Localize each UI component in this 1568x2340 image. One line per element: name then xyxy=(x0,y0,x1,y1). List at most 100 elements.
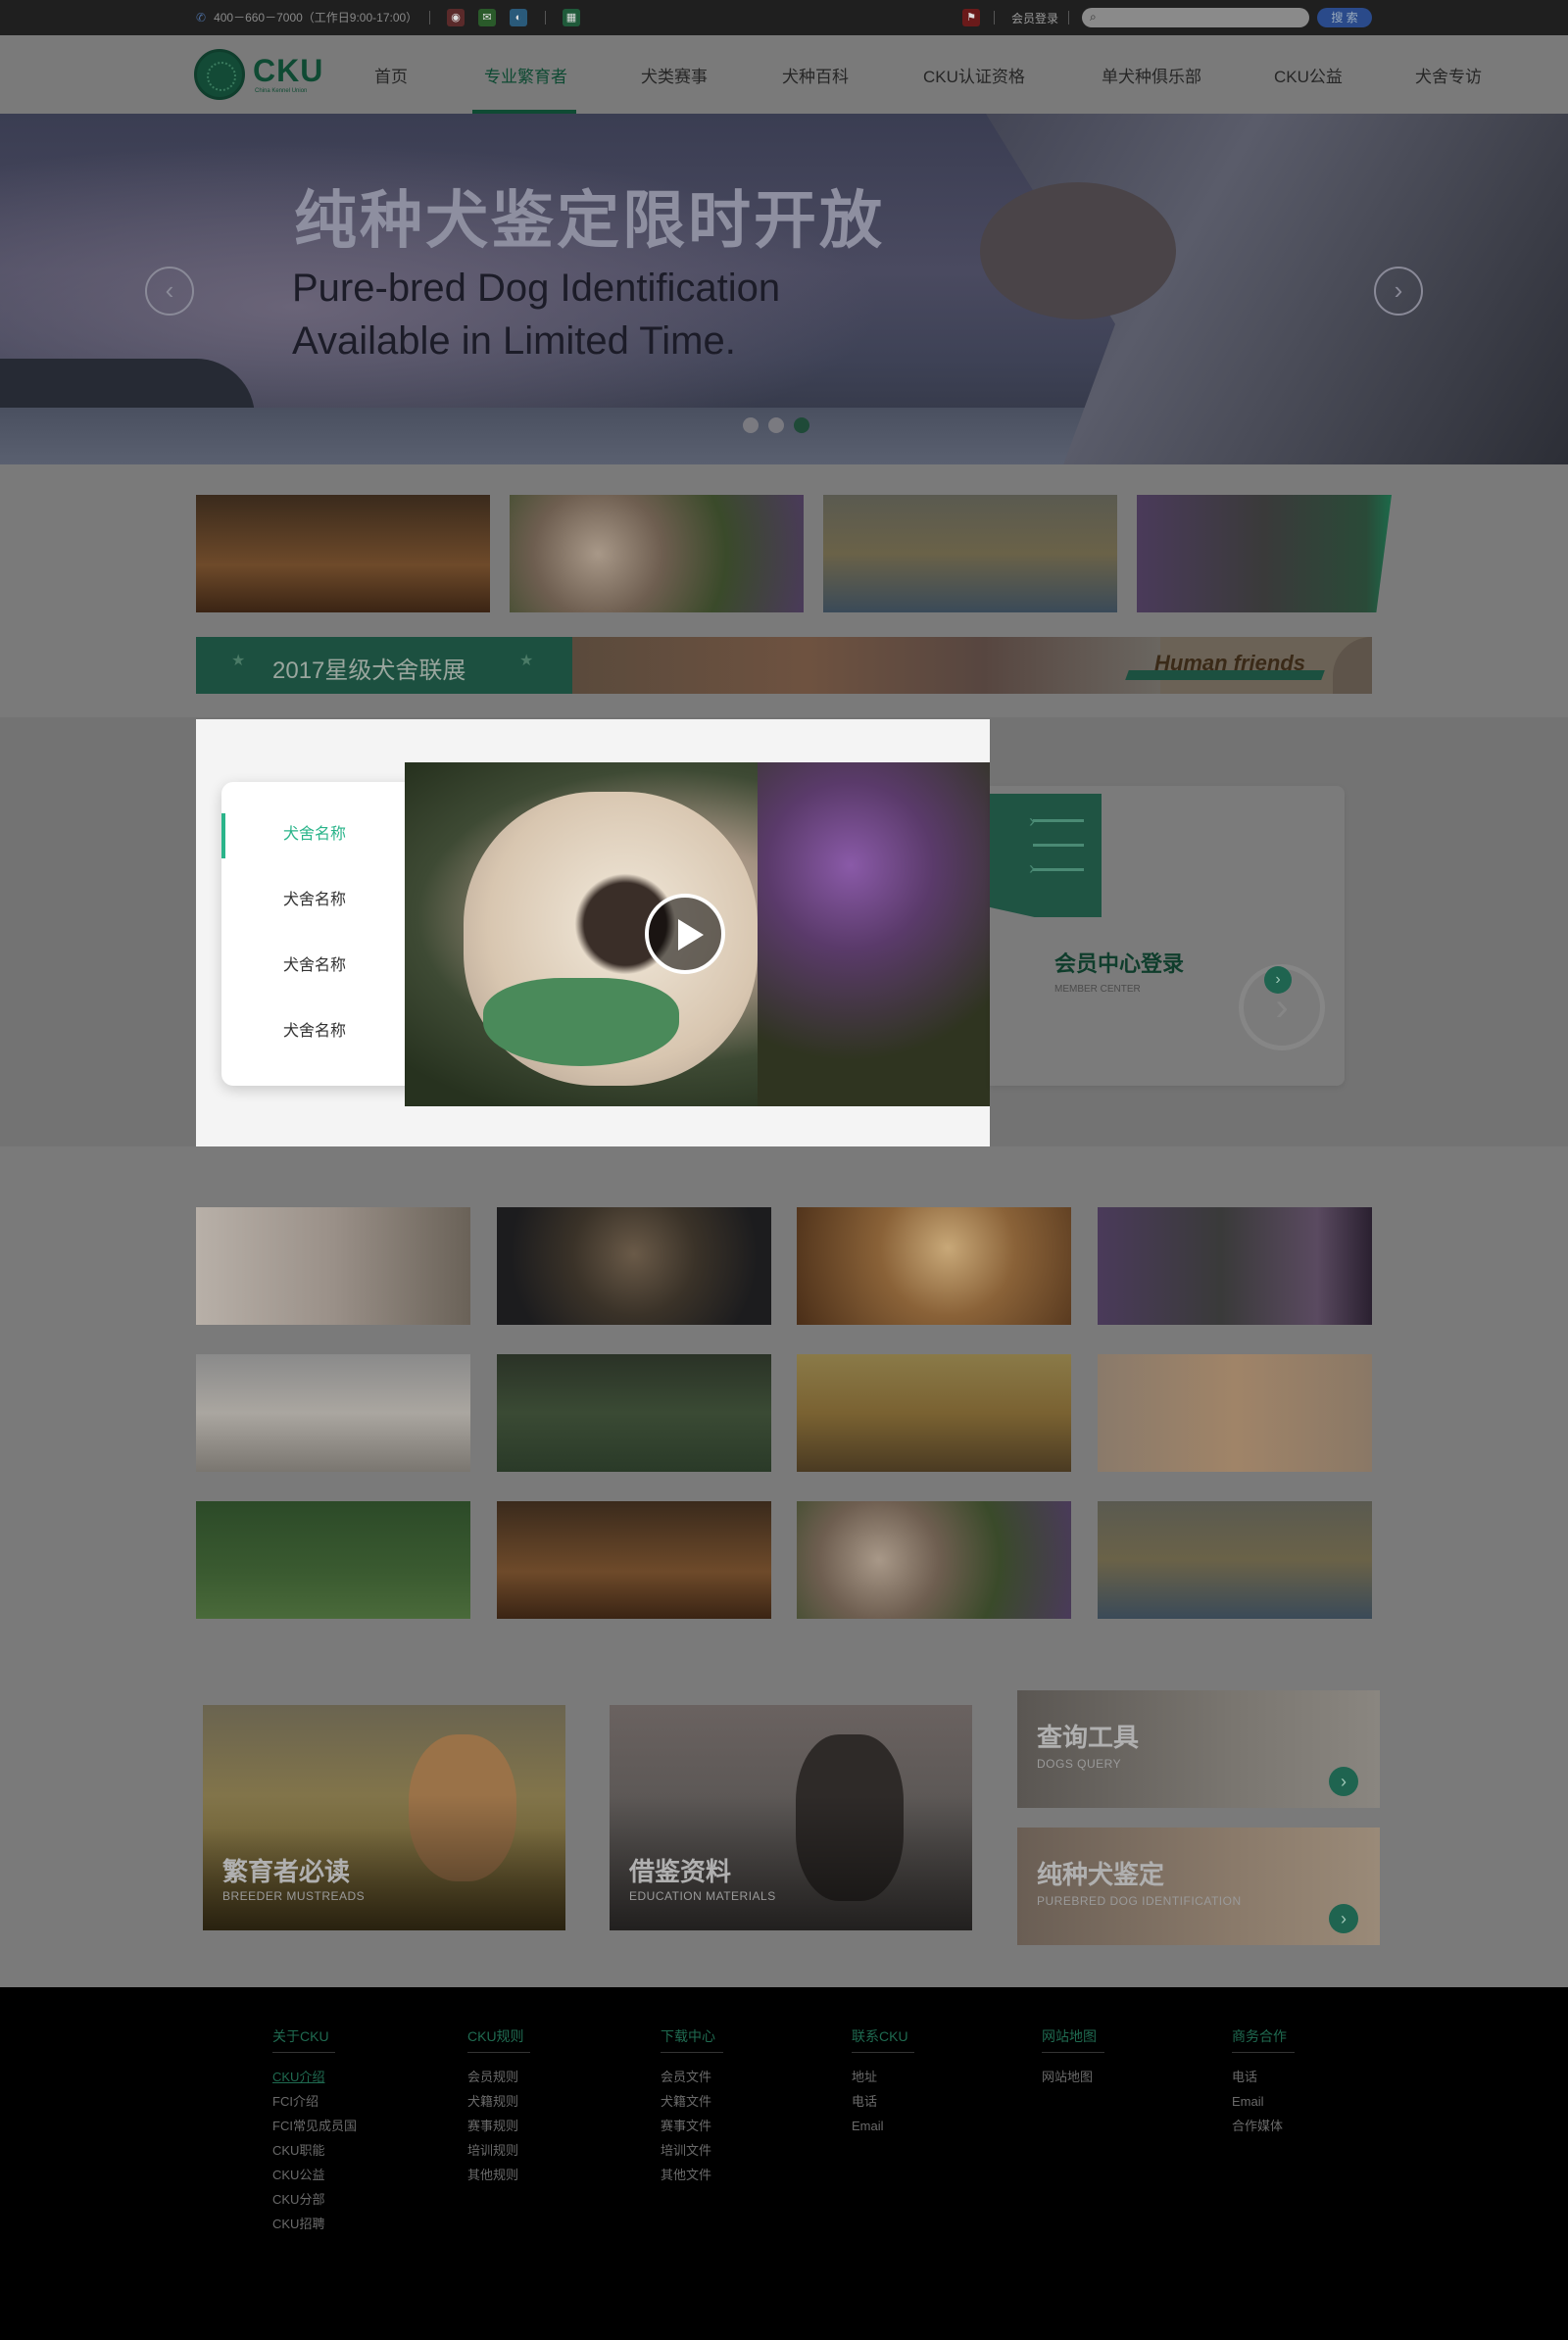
footer-link[interactable]: 其他规则 xyxy=(467,2163,530,2187)
footer-link[interactable]: 会员规则 xyxy=(467,2065,530,2089)
member-center-card[interactable]: › › 会员中心登录 MEMBER CENTER › › xyxy=(990,786,1345,1086)
divider xyxy=(429,11,430,24)
arrow-right-icon[interactable]: › xyxy=(1329,1904,1358,1933)
divider xyxy=(994,11,995,24)
feature-education-materials[interactable]: 借鉴资料 EDUCATION MATERIALS xyxy=(610,1705,972,1930)
gallery-chihuahua[interactable] xyxy=(196,1207,470,1325)
search-button[interactable]: 搜 索 xyxy=(1317,8,1372,27)
feature-dogs-query[interactable]: 查询工具 DOGS QUERY › xyxy=(1017,1690,1380,1808)
footer-link[interactable]: 犬籍规则 xyxy=(467,2089,530,2114)
thumb-photo xyxy=(823,495,1117,612)
top-bar: ✆ 400－660－7000（工作日9:00-17:00） ◉ ✉ ◐ ▦ ⚑ 会… xyxy=(0,0,1568,35)
footer-link[interactable]: FCI常见成员国 xyxy=(272,2114,357,2138)
banner-dot-3[interactable] xyxy=(794,417,809,433)
star-icon: ★ xyxy=(519,653,534,669)
footer-link[interactable]: CKU公益 xyxy=(272,2163,357,2187)
footer-link[interactable]: 地址 xyxy=(852,2065,914,2089)
gallery-pug[interactable] xyxy=(797,1501,1071,1619)
footer-link[interactable]: 电话 xyxy=(852,2089,914,2114)
search-input[interactable] xyxy=(1082,8,1309,27)
gallery-aussie[interactable] xyxy=(797,1354,1071,1472)
footer-link[interactable]: FCI介绍 xyxy=(272,2089,357,2114)
tab-kennel-4[interactable]: 犬舍名称 xyxy=(221,1012,417,1051)
gallery-schnauzer[interactable] xyxy=(1098,1207,1372,1325)
feature-purebred-identification[interactable]: 纯种犬鉴定 PUREBRED DOG IDENTIFICATION › xyxy=(1017,1828,1380,1945)
arrow-right-icon[interactable]: › xyxy=(1264,966,1292,994)
nav-item-certification[interactable]: CKU认证资格 xyxy=(923,63,1025,87)
hero-banner[interactable]: 纯种犬鉴定限时开放 Pure-bred Dog Identification A… xyxy=(0,114,1568,464)
gallery-mutt[interactable] xyxy=(497,1207,771,1325)
gallery-huskies[interactable] xyxy=(196,1354,470,1472)
logo-subtitle: China Kennel Union xyxy=(255,88,308,94)
nav-item-events[interactable]: 犬类赛事 xyxy=(641,63,708,87)
banner-dot-1[interactable] xyxy=(743,417,759,433)
footer-heading: 联系CKU xyxy=(852,2026,914,2053)
footer-link[interactable]: CKU职能 xyxy=(272,2138,357,2163)
kennel-expo-promo[interactable]: ★ ★ 2017星级犬舍联展 Human friends xyxy=(196,637,1372,694)
hotline-text: 400－660－7000（工作日9:00-17:00） xyxy=(214,11,418,24)
footer-link[interactable]: CKU分部 xyxy=(272,2187,357,2212)
gallery-dachshund[interactable] xyxy=(1098,1354,1372,1472)
tab-kennel-3[interactable]: 犬舍名称 xyxy=(221,947,417,986)
gallery-spitz[interactable] xyxy=(196,1501,470,1619)
nav-item-home[interactable]: 首页 xyxy=(374,63,408,87)
feature-query-title: 查询工具 xyxy=(1037,1723,1140,1752)
footer-link[interactable]: 赛事文件 xyxy=(661,2114,723,2138)
footer-link[interactable]: 犬籍文件 xyxy=(661,2089,723,2114)
tab-kennel-2[interactable]: 犬舍名称 xyxy=(221,881,417,920)
thumb-bichons[interactable] xyxy=(196,495,490,612)
gallery-labradors[interactable] xyxy=(1098,1501,1372,1619)
chevron-left-icon[interactable]: ‹ xyxy=(145,267,194,316)
footer-link[interactable]: 合作媒体 xyxy=(1232,2114,1295,2138)
nav-item-encyclopedia[interactable]: 犬种百科 xyxy=(782,63,849,87)
feature-education-subtitle: EDUCATION MATERIALS xyxy=(629,1889,776,1903)
footer-link[interactable]: 会员文件 xyxy=(661,2065,723,2089)
footer-link[interactable]: Email xyxy=(852,2114,914,2138)
video-play-button[interactable] xyxy=(645,894,725,974)
nav-item-interviews[interactable]: 犬舍专访 xyxy=(1415,63,1482,87)
footer-col-sitemap: 网站地图 网站地图 xyxy=(1042,2026,1104,2089)
divider xyxy=(545,11,546,24)
flag-icon: ⚑ xyxy=(962,9,980,26)
thumb-labradors[interactable] xyxy=(823,495,1117,612)
thumb-schnauzer[interactable] xyxy=(1137,495,1392,612)
star-icon: ★ xyxy=(231,653,246,669)
nav-item-charity[interactable]: CKU公益 xyxy=(1274,63,1343,87)
nav-item-breed-clubs[interactable]: 单犬种俱乐部 xyxy=(1102,63,1201,87)
arrow-right-icon[interactable]: › xyxy=(1329,1767,1358,1796)
chevron-right-icon: › xyxy=(1029,858,1035,878)
nav-item-breeders[interactable]: 专业繁育者 xyxy=(484,63,567,87)
tab-kennel-1[interactable]: 犬舍名称 xyxy=(221,815,417,854)
footer-link[interactable]: 赛事规则 xyxy=(467,2114,530,2138)
member-center-subtitle: MEMBER CENTER xyxy=(1054,984,1141,995)
footer-link[interactable]: 网站地图 xyxy=(1042,2065,1104,2089)
feature-breeder-subtitle: BREEDER MUSTREADS xyxy=(222,1889,366,1903)
feature-query-subtitle: DOGS QUERY xyxy=(1037,1757,1122,1771)
footer-link[interactable]: Email xyxy=(1232,2089,1295,2114)
banner-en-line-1: Pure-bred Dog Identification xyxy=(292,267,781,310)
weibo-icon[interactable]: ◉ xyxy=(447,9,465,26)
gallery-dalmatians[interactable] xyxy=(497,1354,771,1472)
cku-logo[interactable]: CKU China Kennel Union xyxy=(194,47,341,102)
footer-link[interactable]: 培训文件 xyxy=(661,2138,723,2163)
book-lines xyxy=(1033,819,1084,893)
footer-link[interactable]: 培训规则 xyxy=(467,2138,530,2163)
thumb-pug[interactable] xyxy=(510,495,804,612)
banner-en-line-2: Available in Limited Time. xyxy=(292,319,736,363)
footer-link[interactable]: 其他文件 xyxy=(661,2163,723,2187)
footer-col-business: 商务合作 电话 Email 合作媒体 xyxy=(1232,2026,1295,2138)
logo-emblem-icon xyxy=(194,49,245,100)
footer-link[interactable]: CKU招聘 xyxy=(272,2212,357,2236)
feature-breeder-mustreads[interactable]: 繁育者必读 BREEDER MUSTREADS xyxy=(203,1705,565,1930)
banner-dot-2[interactable] xyxy=(768,417,784,433)
gallery-golden[interactable] xyxy=(797,1207,1071,1325)
qq-icon[interactable]: ◐ xyxy=(510,9,527,26)
gallery-bichons[interactable] xyxy=(497,1501,771,1619)
chevron-right-icon[interactable]: › xyxy=(1374,267,1423,316)
footer-link[interactable]: 电话 xyxy=(1232,2065,1295,2089)
wechat-icon[interactable]: ✉ xyxy=(478,9,496,26)
member-login-link[interactable]: 会员登录 xyxy=(1011,10,1058,26)
footer-link[interactable]: CKU介绍 xyxy=(272,2065,357,2089)
app-icon[interactable]: ▦ xyxy=(563,9,580,26)
feature-education-title: 借鉴资料 xyxy=(629,1857,732,1886)
